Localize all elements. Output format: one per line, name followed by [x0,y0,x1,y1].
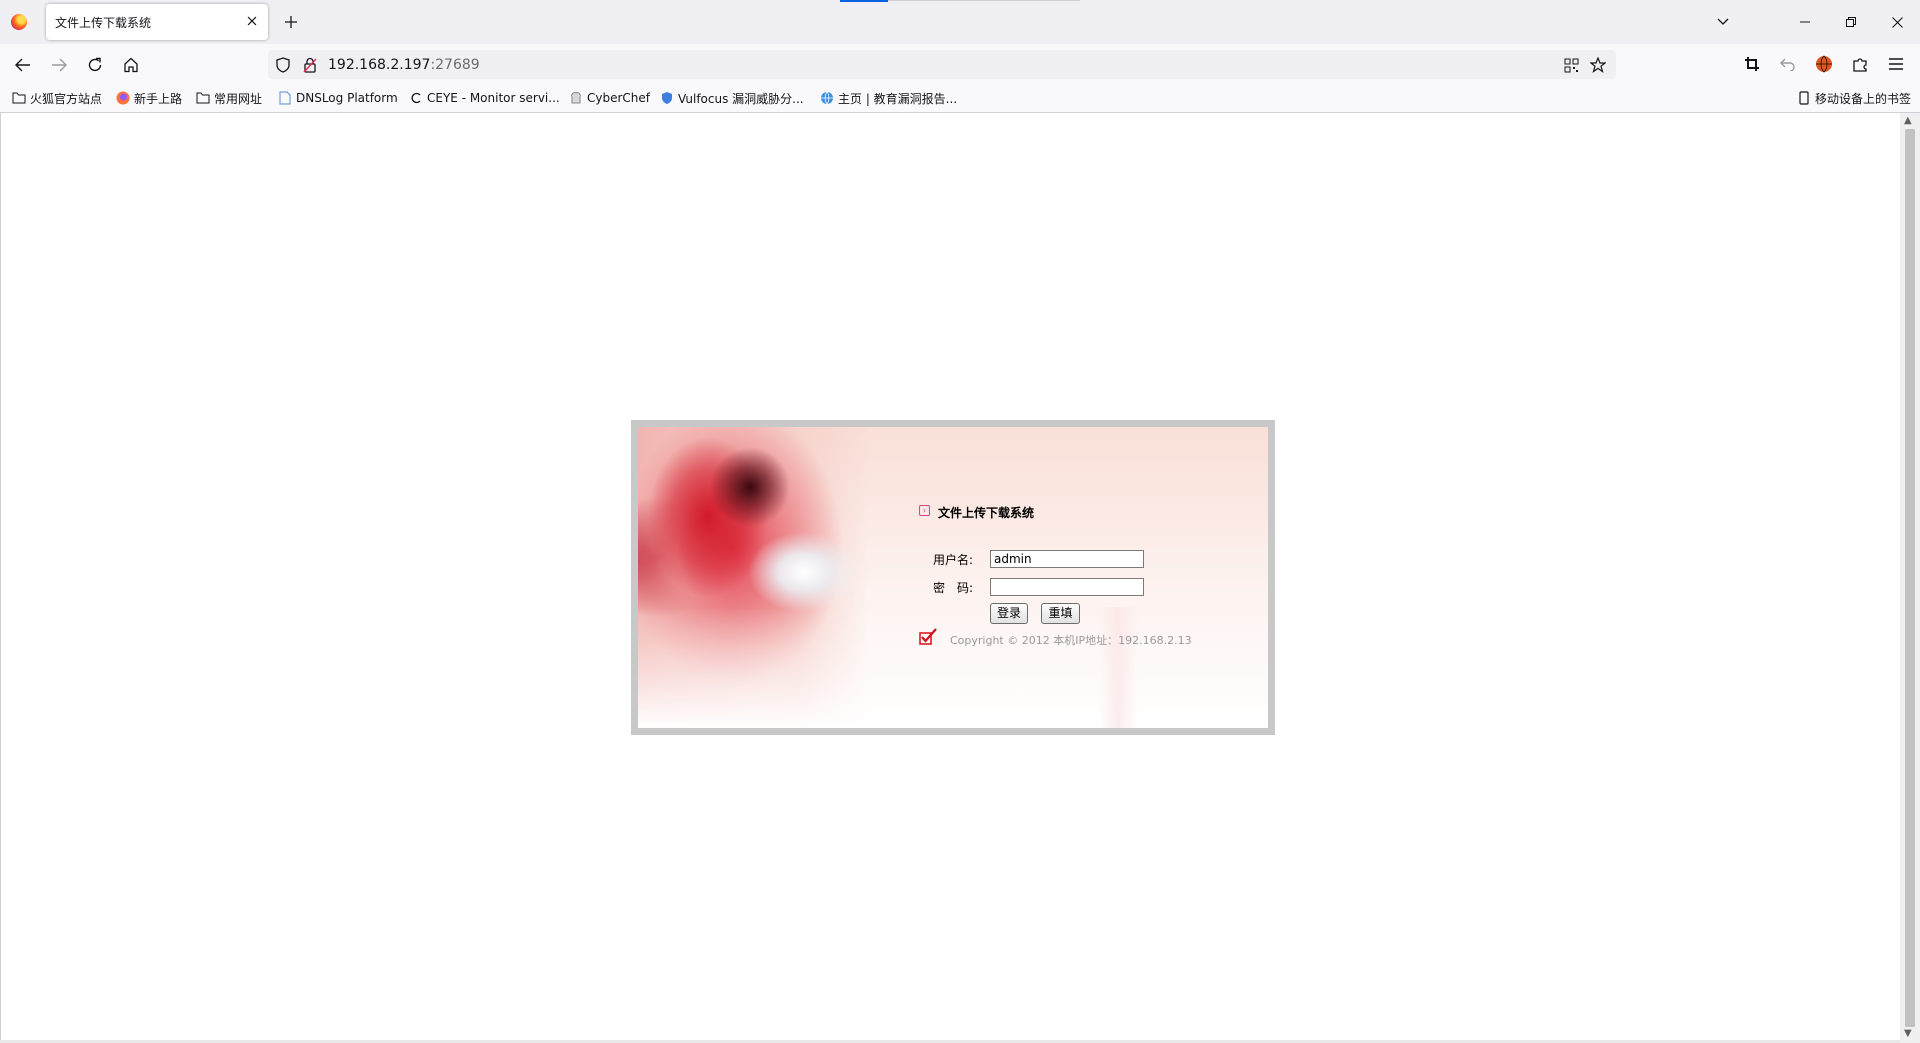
bookmark-label: Vulfocus 漏洞威胁分... [678,91,804,106]
bookmark-item[interactable]: 新手上路 [116,90,182,106]
reset-button[interactable]: 重填 [1041,603,1080,624]
url-host: 192.168.2.197 [328,57,431,73]
folder-icon [196,91,210,105]
login-panel: › 文件上传下载系统 用户名: 密 码: 登录 重填 Copyright © 2… [631,420,1275,735]
tab-strip-line [888,0,1080,1]
bookmark-item[interactable]: 火狐官方站点 [12,90,102,106]
bookmark-item[interactable]: CyberChef [569,90,650,106]
close-window-icon[interactable] [1882,8,1912,36]
globe-icon [820,91,834,105]
insecure-lock-icon[interactable] [301,56,319,74]
copyright-text: Copyright © 2012 本机IP地址：192.168.2.13 [950,634,1192,647]
tab-strip-accent [840,0,888,2]
screenshot-crop-icon[interactable] [1740,52,1764,76]
url-port: :27689 [430,57,480,73]
forward-arrow-icon[interactable] [46,52,72,78]
bookmark-item[interactable]: CEYE - Monitor servi... [409,90,560,106]
chef-icon [569,91,583,105]
password-label: 密 码: [933,581,974,595]
firefox-icon [116,91,130,105]
qr-code-icon[interactable] [1562,56,1580,74]
address-bar[interactable]: 192.168.2.197:27689 [268,50,1616,79]
password-input[interactable] [990,578,1144,596]
page-viewport: › 文件上传下载系统 用户名: 密 码: 登录 重填 Copyright © 2… [0,113,1901,1043]
back-arrow-icon[interactable] [10,52,36,78]
url-text[interactable]: 192.168.2.197:27689 [328,57,480,73]
active-tab[interactable]: 文件上传下载系统 [46,4,268,40]
scrollbar-thumb[interactable] [1905,129,1915,1027]
bookmark-item[interactable]: 常用网址 [196,90,262,106]
bookmarks-toolbar: 火狐官方站点 新手上路 常用网址 DNSLog Platform CEYE - … [0,84,1920,113]
reload-icon[interactable] [82,52,108,78]
tab-strip: 文件上传下载系统 [0,0,1920,44]
bookmark-item[interactable]: 主页 | 教育漏洞报告... [820,90,957,106]
mobile-bookmarks[interactable]: 移动设备上的书签 [1797,90,1911,106]
extension-ball-icon[interactable] [1812,52,1836,76]
minimize-icon[interactable] [1790,8,1820,36]
username-input[interactable] [990,550,1144,568]
undo-arrow-icon[interactable] [1776,52,1800,76]
checkmark-icon [919,628,937,646]
mobile-device-icon [1797,91,1811,105]
title-bullet-icon: › [919,505,930,516]
system-title: 文件上传下载系统 [938,506,1035,520]
shield-icon [660,91,674,105]
login-button[interactable]: 登录 [990,603,1028,624]
ceye-icon [409,91,423,105]
tracking-protection-shield-icon[interactable] [274,56,292,74]
extensions-puzzle-icon[interactable] [1848,52,1872,76]
home-icon[interactable] [118,52,144,78]
bookmark-label: 移动设备上的书签 [1815,91,1912,106]
bookmark-label: 主页 | 教育漏洞报告... [838,91,958,106]
close-tab-icon[interactable] [242,11,262,31]
decorative-hand-image [638,427,868,728]
page-icon [278,91,292,105]
bookmark-item[interactable]: Vulfocus 漏洞威胁分... [660,90,804,106]
username-label: 用户名: [933,553,974,567]
folder-icon [12,91,26,105]
list-all-tabs-icon[interactable] [1712,11,1734,33]
firefox-logo-icon[interactable] [11,14,27,30]
bookmark-label: 新手上路 [134,91,183,106]
vertical-scrollbar[interactable]: ▲ ▼ [1900,113,1920,1043]
bookmark-label: CEYE - Monitor servi... [427,91,560,105]
bookmark-label: 常用网址 [214,91,263,106]
tab-title: 文件上传下载系统 [55,16,152,30]
new-tab-icon[interactable] [280,11,302,33]
navigation-toolbar: 192.168.2.197:27689 [0,44,1920,84]
decorative-light-band [1098,607,1138,728]
bookmark-label: DNSLog Platform [296,91,398,105]
bookmark-star-icon[interactable] [1589,56,1607,74]
restore-icon[interactable] [1836,8,1866,36]
bookmark-label: CyberChef [587,91,651,105]
bookmark-item[interactable]: DNSLog Platform [278,90,398,106]
scroll-down-arrow-icon[interactable]: ▼ [1904,1028,1912,1039]
bookmark-label: 火狐官方站点 [30,91,103,106]
login-panel-inner: › 文件上传下载系统 用户名: 密 码: 登录 重填 Copyright © 2… [638,427,1268,728]
menu-hamburger-icon[interactable] [1884,52,1908,76]
scroll-up-arrow-icon[interactable]: ▲ [1904,115,1912,126]
